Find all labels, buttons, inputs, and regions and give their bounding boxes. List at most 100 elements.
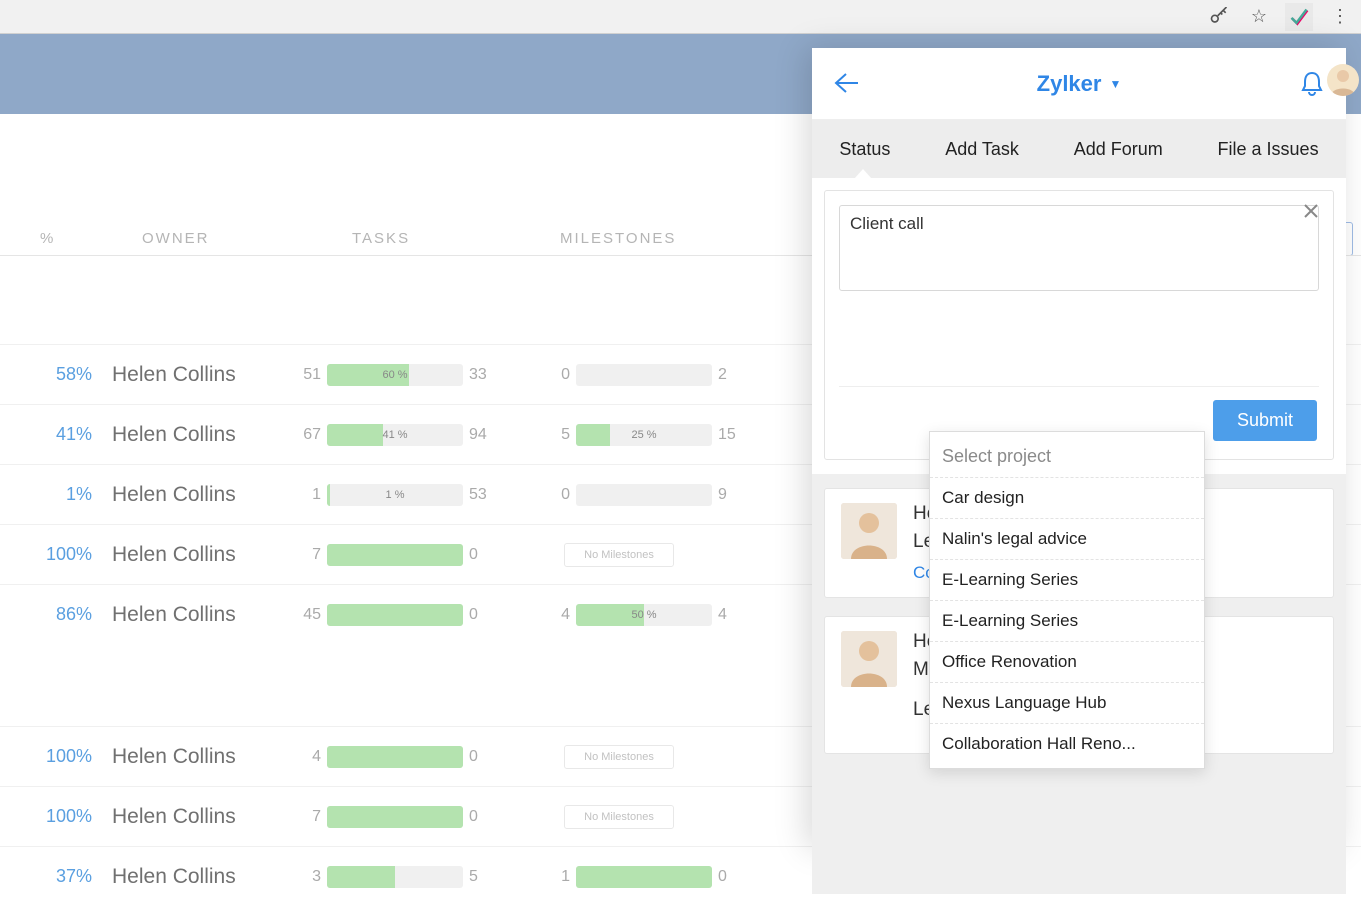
col-tasks: TASKS: [352, 230, 410, 247]
divider: [839, 386, 1319, 387]
milestone-count-done: 4: [544, 606, 570, 624]
panel-title[interactable]: Zylker: [1037, 71, 1102, 97]
owner-name: Helen Collins: [112, 805, 292, 829]
tasks-progress: 4 0: [295, 746, 495, 768]
progress-bar: [576, 364, 712, 386]
milestone-count-done: 5: [544, 426, 570, 444]
milestone-count-open: 0: [718, 868, 744, 886]
task-count-open: 0: [469, 546, 495, 564]
owner-name: Helen Collins: [112, 603, 292, 627]
milestones-progress: 0 2: [544, 364, 744, 386]
milestones-progress: No Milestones: [544, 805, 744, 829]
key-icon[interactable]: [1205, 3, 1233, 31]
tab-file-issue[interactable]: File a Issues: [1214, 139, 1323, 160]
tasks-progress: 1 1 % 53: [295, 484, 495, 506]
bell-icon[interactable]: [1300, 70, 1324, 101]
progress-bar: [327, 746, 463, 768]
task-count-done: 45: [295, 606, 321, 624]
tab-status[interactable]: Status: [835, 139, 894, 160]
extension-icon[interactable]: [1285, 3, 1313, 31]
side-panel: Zylker ▼ Status Add Task Add Forum File …: [812, 48, 1346, 848]
dropdown-item[interactable]: E-Learning Series: [930, 600, 1204, 641]
panel-tabs: Status Add Task Add Forum File a Issues: [812, 120, 1346, 178]
panel-header: Zylker ▼: [812, 48, 1346, 120]
milestones-progress: 4 50 % 4: [544, 604, 744, 626]
task-count-done: 7: [295, 546, 321, 564]
progress-bar: 1 %: [327, 484, 463, 506]
percent-value: 41%: [0, 424, 92, 445]
no-milestones-badge: No Milestones: [564, 805, 674, 829]
milestone-count-open: 2: [718, 366, 744, 384]
progress-bar: [576, 484, 712, 506]
owner-name: Helen Collins: [112, 865, 292, 889]
task-count-done: 3: [295, 868, 321, 886]
task-count-done: 67: [295, 426, 321, 444]
tab-add-forum[interactable]: Add Forum: [1070, 139, 1167, 160]
dropdown-item[interactable]: Nexus Language Hub: [930, 682, 1204, 723]
milestone-count-open: 15: [718, 426, 744, 444]
progress-bar: [327, 866, 463, 888]
dropdown-item[interactable]: Office Renovation: [930, 641, 1204, 682]
progress-bar: 60 %: [327, 364, 463, 386]
task-count-open: 0: [469, 606, 495, 624]
star-icon[interactable]: ☆: [1245, 3, 1273, 31]
progress-bar: 25 %: [576, 424, 712, 446]
close-icon[interactable]: [1303, 203, 1319, 224]
task-count-open: 53: [469, 486, 495, 504]
owner-name: Helen Collins: [112, 363, 292, 387]
no-milestones-badge: No Milestones: [564, 745, 674, 769]
dropdown-item[interactable]: Nalin's legal advice: [930, 518, 1204, 559]
status-textarea[interactable]: [839, 205, 1319, 291]
task-count-done: 1: [295, 486, 321, 504]
percent-value: 86%: [0, 604, 92, 625]
status-card: Submit Select project Car designNalin's …: [824, 190, 1334, 460]
percent-value: 100%: [0, 544, 92, 565]
milestone-count-open: 9: [718, 486, 744, 504]
percent-value: 100%: [0, 806, 92, 827]
progress-bar: [327, 604, 463, 626]
active-tab-indicator: [854, 169, 872, 179]
task-count-done: 51: [295, 366, 321, 384]
user-avatar[interactable]: [1327, 64, 1359, 96]
milestones-progress: No Milestones: [544, 543, 744, 567]
task-count-open: 33: [469, 366, 495, 384]
dropdown-item[interactable]: Collaboration Hall Reno...: [930, 723, 1204, 764]
task-count-open: 0: [469, 808, 495, 826]
tasks-progress: 7 0: [295, 806, 495, 828]
col-milestones: MILESTONES: [560, 230, 676, 247]
browser-chrome: ☆ ⋮: [0, 0, 1361, 34]
milestones-progress: 5 25 % 15: [544, 424, 744, 446]
project-dropdown: Select project Car designNalin's legal a…: [929, 431, 1205, 769]
milestone-count-done: 0: [544, 366, 570, 384]
owner-name: Helen Collins: [112, 483, 292, 507]
no-milestones-badge: No Milestones: [564, 543, 674, 567]
col-owner: OWNER: [142, 230, 210, 247]
owner-name: Helen Collins: [112, 543, 292, 567]
percent-value: 58%: [0, 364, 92, 385]
milestone-count-open: 4: [718, 606, 744, 624]
milestones-progress: No Milestones: [544, 745, 744, 769]
tab-add-task[interactable]: Add Task: [941, 139, 1023, 160]
avatar: [841, 503, 897, 559]
browser-menu-icon[interactable]: ⋮: [1325, 3, 1353, 31]
back-icon[interactable]: [834, 72, 860, 99]
dropdown-header: Select project: [930, 432, 1204, 477]
col-percent: %: [40, 230, 55, 247]
progress-bar: [327, 544, 463, 566]
milestone-count-done: 0: [544, 486, 570, 504]
tasks-progress: 7 0: [295, 544, 495, 566]
dropdown-item[interactable]: Car design: [930, 477, 1204, 518]
tasks-progress: 51 60 % 33: [295, 364, 495, 386]
owner-name: Helen Collins: [112, 423, 292, 447]
percent-value: 37%: [0, 866, 92, 887]
tasks-progress: 3 5: [295, 866, 495, 888]
avatar: [841, 631, 897, 687]
chevron-down-icon[interactable]: ▼: [1109, 77, 1121, 91]
milestones-progress: 1 0: [544, 866, 744, 888]
dropdown-item[interactable]: E-Learning Series: [930, 559, 1204, 600]
milestones-progress: 0 9: [544, 484, 744, 506]
milestone-count-done: 1: [544, 868, 570, 886]
progress-bar: [327, 806, 463, 828]
task-count-open: 94: [469, 426, 495, 444]
submit-button[interactable]: Submit: [1213, 400, 1317, 441]
